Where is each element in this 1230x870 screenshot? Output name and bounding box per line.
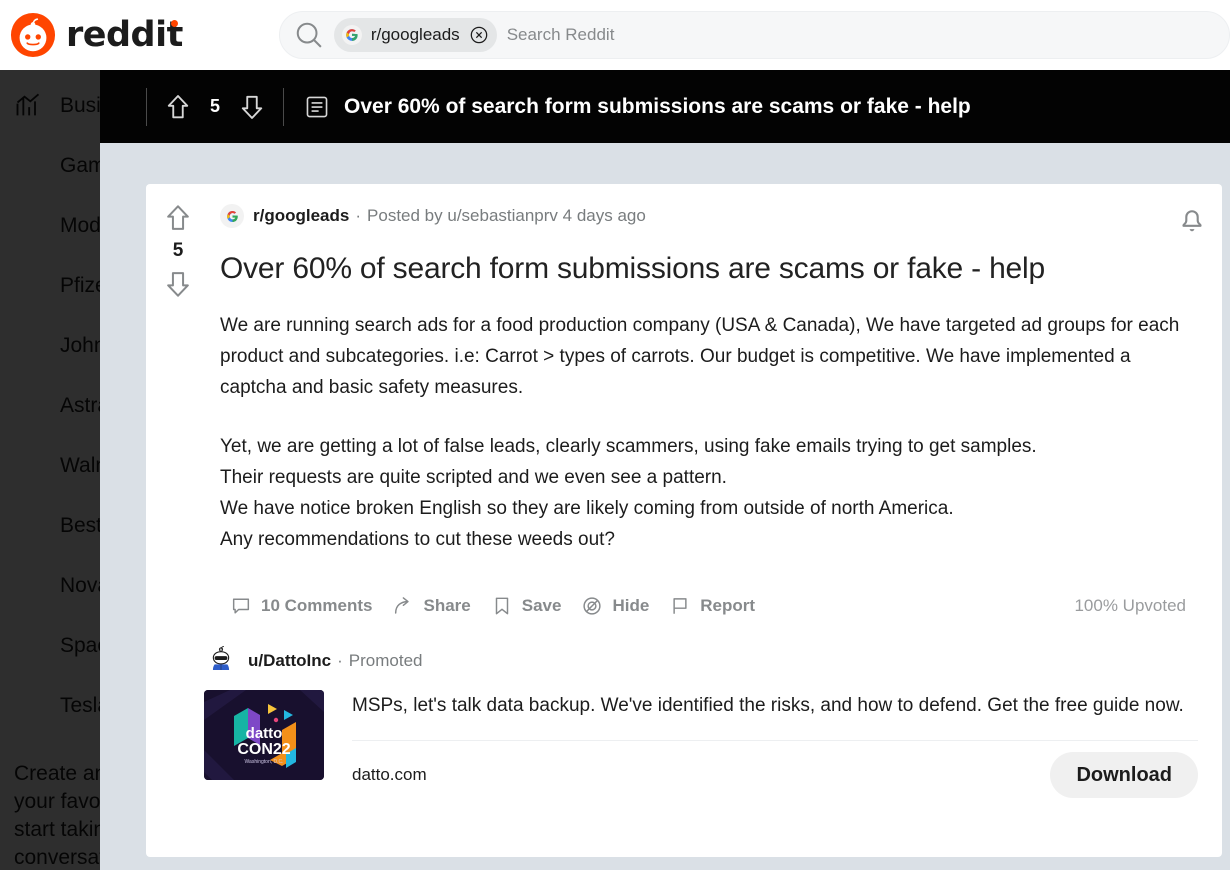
svg-text:CON22: CON22 bbox=[237, 741, 290, 758]
sticky-divider-right bbox=[283, 87, 284, 126]
post-downvote-button[interactable] bbox=[162, 268, 194, 300]
close-circle-icon[interactable] bbox=[469, 25, 489, 45]
ad-body-text: MSPs, let's talk data backup. We've iden… bbox=[352, 695, 1184, 716]
sticky-post-title[interactable]: Over 60% of search form submissions are … bbox=[344, 95, 971, 119]
post-card: 5 r/googleads · Posted by u/sebastianprv… bbox=[146, 184, 1222, 635]
hide-label: Hide bbox=[612, 596, 650, 615]
reddit-post-page: Business Gaming Moderna Pfizer Johnson A… bbox=[0, 0, 1230, 870]
svg-text:Washington, D.C.: Washington, D.C. bbox=[245, 759, 284, 765]
search-icon bbox=[294, 20, 324, 50]
ad-domain-label[interactable]: datto.com bbox=[352, 765, 427, 785]
comments-button[interactable]: 10 Comments bbox=[220, 589, 382, 623]
download-button[interactable]: Download bbox=[1050, 752, 1198, 798]
post-body: r/googleads · Posted by u/sebastianprv 4… bbox=[210, 184, 1222, 635]
sidebar-dim-overlay[interactable] bbox=[0, 70, 100, 870]
post-paragraph-2-line: We have notice broken English so they ar… bbox=[220, 498, 954, 519]
googleads-subreddit-icon bbox=[341, 25, 362, 45]
ad-content: MSPs, let's talk data backup. We've iden… bbox=[352, 690, 1198, 799]
svg-text:datto: datto bbox=[246, 725, 283, 742]
comments-label: 10 Comments bbox=[261, 596, 373, 615]
meta-separator: · bbox=[355, 206, 362, 225]
sticky-downvote-button[interactable] bbox=[237, 92, 267, 122]
post-paragraph-2-line: Yet, we are getting a lot of false leads… bbox=[220, 436, 1037, 457]
post-title: Over 60% of search form submissions are … bbox=[220, 252, 1045, 285]
top-navigation-bar: reddit r/googleads Search Reddit bbox=[0, 0, 1230, 70]
reddit-home-link[interactable]: reddit bbox=[10, 12, 183, 58]
sticky-upvote-button[interactable] bbox=[163, 92, 193, 122]
ad-divider bbox=[352, 740, 1198, 741]
reddit-wordmark: reddit bbox=[66, 14, 183, 55]
search-bar[interactable]: r/googleads Search Reddit bbox=[278, 11, 1230, 59]
snoo-sunglasses-avatar-icon bbox=[204, 644, 238, 678]
post-upvote-button[interactable] bbox=[162, 202, 194, 234]
sticky-post-header: 5 Over 60% of search form submissions ar… bbox=[100, 70, 1230, 143]
subreddit-link[interactable]: r/googleads bbox=[253, 206, 349, 226]
search-scope-chip[interactable]: r/googleads bbox=[333, 18, 497, 52]
ad-username[interactable]: u/DattoInc bbox=[248, 651, 331, 671]
reddit-snoo-logo-icon bbox=[10, 12, 56, 58]
search-input[interactable]: Search Reddit bbox=[507, 25, 615, 45]
sticky-divider-left bbox=[146, 87, 147, 126]
upvoted-percentage: 100% Upvoted bbox=[1074, 596, 1186, 615]
wordmark-dot-icon bbox=[170, 19, 178, 27]
ad-main-row: datto CON22 Washington, D.C. MSPs, let's… bbox=[204, 690, 1198, 799]
share-button[interactable]: Share bbox=[382, 589, 480, 623]
post-metadata-row: r/googleads · Posted by u/sebastianprv 4… bbox=[220, 202, 1198, 230]
post-paragraph-2: Yet, we are getting a lot of false leads… bbox=[220, 431, 1198, 555]
ad-footer: datto.com Download bbox=[352, 751, 1198, 799]
save-label: Save bbox=[521, 596, 562, 615]
ad-meta-separator: · bbox=[337, 651, 343, 670]
post-paragraph-1: We are running search ads for a food pro… bbox=[220, 315, 1180, 398]
share-label: Share bbox=[423, 596, 471, 615]
save-button[interactable]: Save bbox=[481, 589, 572, 623]
sticky-score: 5 bbox=[209, 96, 220, 116]
post-score: 5 bbox=[172, 240, 184, 261]
post-paragraph-2-line: Any recommendations to cut these weeds o… bbox=[220, 529, 616, 550]
post-action-bar: 10 Comments Share Save Hide Report 100% … bbox=[220, 577, 1198, 635]
dattocon22-ad-thumbnail[interactable]: datto CON22 Washington, D.C. bbox=[204, 690, 324, 780]
post-paragraph-2-line: Their requests are quite scripted and we… bbox=[220, 467, 727, 488]
ad-promoted-label: Promoted bbox=[348, 651, 423, 670]
reddit-wordmark-text: reddit bbox=[66, 14, 183, 55]
googleads-subreddit-icon bbox=[220, 204, 244, 228]
hide-button[interactable]: Hide bbox=[571, 589, 659, 623]
post-byline[interactable]: Posted by u/sebastianprv 4 days ago bbox=[367, 206, 646, 226]
promoted-ad-card[interactable]: u/DattoInc · Promoted datto CON22 Washin… bbox=[146, 628, 1222, 857]
text-post-icon bbox=[304, 94, 330, 120]
notification-bell-icon[interactable] bbox=[1174, 200, 1210, 236]
report-button[interactable]: Report bbox=[659, 589, 765, 623]
report-label: Report bbox=[700, 596, 756, 615]
search-chip-label: r/googleads bbox=[370, 25, 460, 44]
post-vote-column: 5 bbox=[146, 184, 210, 635]
ad-metadata-row: u/DattoInc · Promoted bbox=[204, 644, 1198, 678]
